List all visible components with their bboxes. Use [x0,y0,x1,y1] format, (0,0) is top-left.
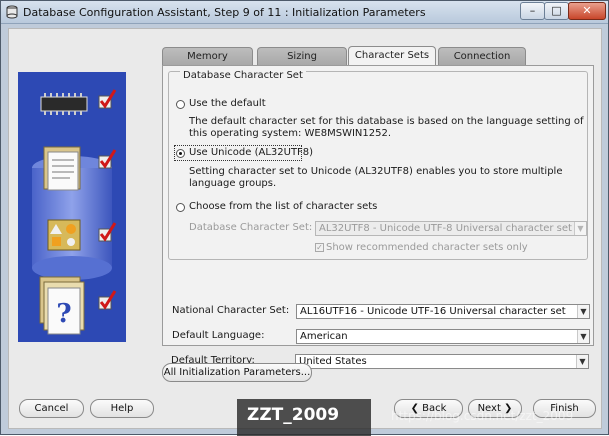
use-default-label[interactable]: Use the default [189,98,266,109]
document-folder-icon [43,146,81,191]
db-charset-select[interactable]: AL32UTF8 - Unicode UTF-8 Universal chara… [315,221,587,236]
tab-character-sets[interactable]: Character Sets [348,46,436,66]
show-recommended-checkbox[interactable]: ✓ [315,243,324,252]
wizard-progress-graphic: ? [18,72,126,342]
dialog-window: Database Configuration Assistant, Step 9… [0,0,609,436]
db-charset-label: Database Character Set: [189,222,313,233]
national-charset-value: AL16UTF16 - Unicode UTF-16 Universal cha… [300,306,566,317]
national-charset-select[interactable]: AL16UTF16 - Unicode UTF-16 Universal cha… [296,304,590,319]
national-charset-label: National Character Set: [172,305,290,316]
tab-connection-mode[interactable]: Connection Mode [438,47,526,79]
use-default-description: The default character set for this datab… [189,116,584,139]
all-initialization-parameters-button[interactable]: All Initialization Parameters... [162,363,312,382]
use-unicode-label[interactable]: Use Unicode (AL32UTF8) [189,147,313,158]
show-recommended-label: Show recommended character sets only [326,242,528,253]
use-unicode-description: Setting character set to Unicode (AL32UT… [189,166,563,189]
chevron-down-icon: ▼ [577,330,589,343]
db-charset-value: AL32UTF8 - Unicode UTF-8 Universal chara… [319,223,572,234]
maximize-button[interactable]: □ [544,2,569,20]
dialog-content: ? Memory Sizing Character Sets Connectio… [8,28,602,429]
default-language-label: Default Language: [172,330,265,341]
shapes-settings-icon [47,219,81,251]
help-document-icon: ? [39,276,85,335]
default-language-value: American [300,331,348,342]
chevron-down-icon: ▼ [577,305,589,318]
close-button[interactable]: ✕ [568,2,606,20]
database-character-set-group: Database Character Set Use the default T… [168,70,588,260]
app-icon [6,5,18,19]
group-title: Database Character Set [180,70,306,81]
watermark-url: https://blog.csdn.net/zzt_2009 [391,409,574,423]
window-title: Database Configuration Assistant, Step 9… [23,6,426,19]
wizard-side-panel: ? [18,72,126,342]
help-button[interactable]: Help [90,399,154,418]
cancel-button[interactable]: Cancel [19,399,84,418]
svg-text:?: ? [56,299,71,329]
default-territory-select[interactable]: United States ▼ [295,354,589,369]
character-sets-panel: Database Character Set Use the default T… [162,65,594,346]
minimize-button[interactable]: – [520,2,545,20]
title-bar: Database Configuration Assistant, Step 9… [1,1,608,24]
tab-sizing[interactable]: Sizing [257,47,347,65]
watermark-text: ZZT_2009 [247,405,340,425]
default-language-select[interactable]: American ▼ [296,329,590,344]
chevron-down-icon: ▼ [574,222,586,235]
choose-list-radio[interactable] [176,203,185,212]
tab-memory[interactable]: Memory [162,47,253,65]
choose-list-label[interactable]: Choose from the list of character sets [189,201,377,212]
use-default-radio[interactable] [176,100,185,109]
chevron-down-icon: ▼ [576,355,588,368]
